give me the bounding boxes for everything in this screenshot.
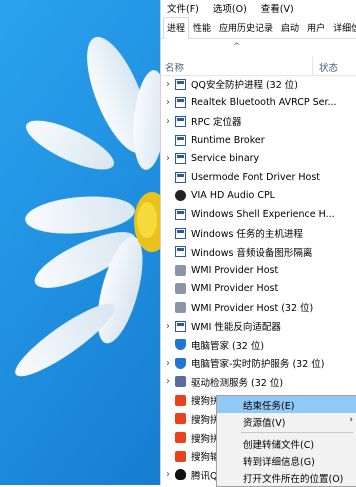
expand-chevron-icon[interactable]: ›: [161, 153, 175, 164]
window-icon: [175, 78, 186, 90]
process-name: Runtime Broker: [191, 134, 265, 146]
service-icon: [175, 376, 186, 388]
context-menu-item[interactable]: 结束任务(E): [217, 396, 356, 413]
tab-users[interactable]: 用户: [303, 17, 329, 38]
wmi-icon: [175, 264, 186, 276]
process-name: WMI Provider Host: [191, 283, 279, 295]
context-menu-item[interactable]: 创建转储文件(C): [217, 435, 356, 452]
context-menu-label: 资源值(V): [243, 417, 286, 429]
wmi-icon: [175, 301, 186, 313]
process-name: Service binary: [191, 153, 260, 165]
process-row[interactable]: Windows 任务的主机进程: [161, 224, 356, 243]
qq-icon: [175, 469, 186, 481]
window-icon: [175, 115, 186, 127]
sogou-icon: [175, 432, 186, 444]
tab-strip: 进程 性能 应用历史记录 启动 用户 详细信息: [161, 16, 356, 39]
column-divider[interactable]: [312, 57, 313, 75]
process-name: WMI Provider Host (32 位): [191, 303, 314, 315]
context-menu-label: 打开文件所在的位置(O): [243, 473, 344, 485]
process-name: Windows Shell Experience H...: [191, 208, 335, 220]
sogou-icon: [175, 413, 186, 425]
menu-file[interactable]: 文件(F): [165, 1, 201, 15]
process-row[interactable]: › 电脑管家-实时防护服务 (32 位): [161, 354, 356, 373]
tab-performance[interactable]: 性能: [189, 17, 215, 38]
expand-chevron-icon[interactable]: ›: [161, 321, 175, 332]
speaker-icon: [175, 190, 186, 202]
process-name: WMI 性能反向适配器: [191, 322, 281, 334]
expand-chevron-icon[interactable]: ›: [161, 376, 175, 387]
window-icon: [175, 320, 186, 332]
column-header: 名称 状态: [161, 57, 356, 76]
column-name[interactable]: 名称: [165, 60, 184, 74]
menu-options[interactable]: 选项(O): [211, 1, 249, 15]
window-icon: [175, 153, 186, 165]
menu-separator: [241, 432, 353, 433]
menu-bar: 文件(F) 选项(O) 查看(V): [161, 0, 356, 16]
process-name: Realtek Bluetooth AVRCP Ser...: [191, 97, 337, 109]
tab-details[interactable]: 详细信息: [329, 17, 356, 38]
process-name: 电脑管家 (32 位): [191, 340, 265, 352]
process-name: VIA HD Audio CPL: [191, 190, 275, 202]
context-menu-label: 创建转储文件(C): [243, 439, 315, 451]
expand-chevron-icon[interactable]: ›: [161, 358, 175, 369]
process-row[interactable]: › RPC 定位器: [161, 112, 356, 131]
process-name: Windows 任务的主机进程: [191, 229, 303, 241]
process-row[interactable]: 电脑管家 (32 位): [161, 335, 356, 354]
shield-icon: [175, 339, 186, 351]
process-row[interactable]: Windows Shell Experience H...: [161, 205, 356, 224]
process-row[interactable]: › WMI 性能反向适配器: [161, 317, 356, 336]
process-row[interactable]: › QQ安全防护进程 (32 位): [161, 75, 356, 94]
process-row[interactable]: › 驱动检测服务 (32 位): [161, 373, 356, 392]
process-row[interactable]: › Service binary: [161, 149, 356, 168]
window-icon: [175, 227, 186, 239]
process-row[interactable]: WMI Provider Host (32 位): [161, 298, 356, 317]
sort-up-icon: ^: [233, 42, 241, 52]
window-icon: [175, 97, 186, 109]
submenu-arrow-icon: ›: [349, 415, 353, 425]
context-menu-item[interactable]: 转到详细信息(G): [217, 452, 356, 469]
context-menu-item[interactable]: 资源值(V) ›: [217, 413, 356, 430]
process-row[interactable]: › Realtek Bluetooth AVRCP Ser...: [161, 94, 356, 113]
process-row[interactable]: Windows 音频设备图形隔离: [161, 242, 356, 261]
context-menu-item[interactable]: 打开文件所在的位置(O): [217, 469, 356, 486]
process-row[interactable]: VIA HD Audio CPL: [161, 187, 356, 206]
window-icon: [175, 208, 186, 220]
sogou-icon: [175, 394, 186, 406]
window-icon: [175, 246, 186, 258]
expand-chevron-icon[interactable]: ›: [161, 97, 175, 108]
process-name: WMI Provider Host: [191, 264, 279, 276]
window-icon: [175, 171, 186, 183]
sort-indicator-row: ^: [161, 39, 356, 57]
tab-app-history[interactable]: 应用历史记录: [215, 17, 277, 38]
menu-view[interactable]: 查看(V): [259, 1, 296, 15]
process-row[interactable]: WMI Provider Host: [161, 280, 356, 299]
process-row[interactable]: Usermode Font Driver Host: [161, 168, 356, 187]
process-name: RPC 定位器: [191, 117, 242, 129]
process-name: 驱动检测服务 (32 位): [191, 377, 284, 389]
context-menu-label: 转到详细信息(G): [243, 456, 315, 468]
context-menu-label: 结束任务(E): [243, 400, 295, 412]
context-menu: 结束任务(E) 资源值(V) › 创建转储文件(C) 转到详细信息(G) 打开文件所在的位…: [216, 395, 356, 487]
process-row[interactable]: Runtime Broker: [161, 131, 356, 150]
column-status[interactable]: 状态: [319, 60, 338, 74]
window-icon: [175, 134, 186, 146]
tab-startup[interactable]: 启动: [277, 17, 303, 38]
wmi-icon: [175, 283, 186, 295]
process-name: 电脑管家-实时防护服务 (32 位): [191, 359, 325, 371]
process-row[interactable]: WMI Provider Host: [161, 261, 356, 280]
tab-processes[interactable]: 进程: [163, 17, 190, 39]
process-name: Usermode Font Driver Host: [191, 171, 321, 183]
expand-chevron-icon[interactable]: ›: [161, 79, 175, 90]
expand-chevron-icon[interactable]: ›: [161, 116, 175, 127]
process-name: QQ安全防护进程 (32 位): [191, 80, 298, 92]
process-name: Windows 音频设备图形隔离: [191, 247, 313, 259]
shield-icon: [175, 357, 186, 369]
sogou-icon: [175, 450, 186, 462]
expand-chevron-icon[interactable]: ›: [161, 469, 175, 480]
